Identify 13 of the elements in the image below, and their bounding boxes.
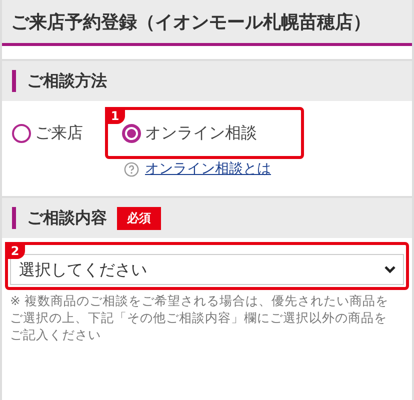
select-field[interactable]: 選択してください <box>10 254 404 285</box>
callout-number: 2 <box>5 242 25 259</box>
help-icon <box>124 162 139 176</box>
page-title: ご来店予約登録（イオンモール札幌苗穂店） <box>2 0 412 46</box>
required-badge: 必須 <box>117 206 161 230</box>
callout-number: 1 <box>105 107 125 124</box>
section-heading: ご相談方法 <box>12 70 107 92</box>
radio-option[interactable]: オンライン相談 <box>122 123 257 144</box>
radio-option[interactable]: ご来店 <box>12 122 83 144</box>
note-text: ※ 複数商品のご相談をご希望される場合は、優先されたい商品をご選択の上、下記「その他ご相談内容」欄にご選択以外の商品をご記入ください <box>10 292 390 343</box>
help-link[interactable]: オンライン相談とは <box>145 160 271 178</box>
section-heading: ご相談内容 <box>12 207 107 229</box>
chevron-down-icon <box>384 265 396 274</box>
